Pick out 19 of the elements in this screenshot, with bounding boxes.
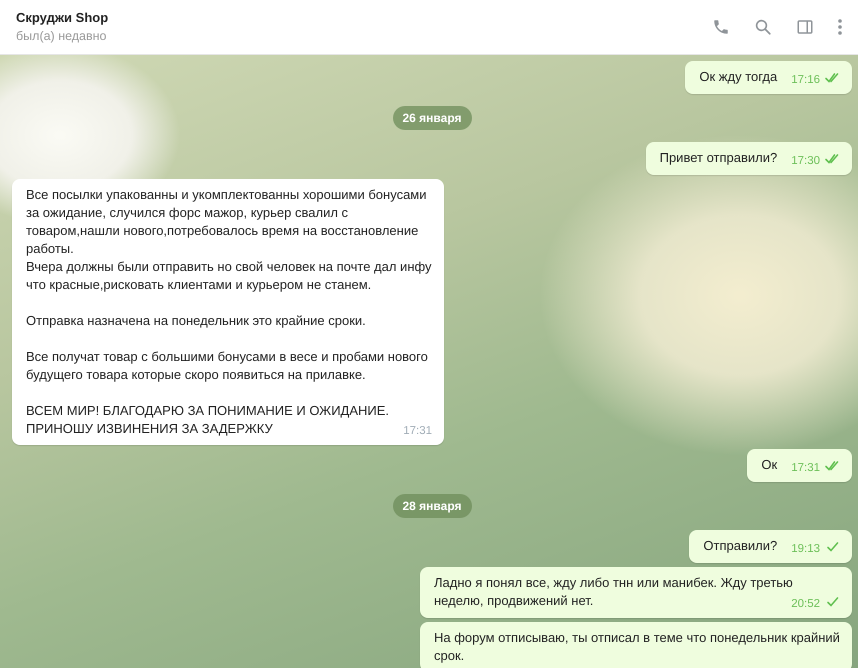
sidebar-toggle-icon[interactable] xyxy=(796,18,814,36)
incoming-message: Все посылки упакованны и укомплектованны хорошими бонусами за ожидание, случился форс мажор, курьер свалил с товаром,нашли нового,потребовалось время на восстановление работы. Вчера должны были отправить но свой человек на почте дал инфу что красные,рисковать клиентами и курьером не станем. Отправка назначена на понедельник это крайние сроки. Все получат товар с большими бонусами в весе и пробами нового будущего товара которые скоро появиться на прилавке. ВСЕМ МИР! БЛАГОДАРЮ ЗА ПОНИМАНИЕ И ОЖИДАНИЕ. ПРИНОШУ ИЗВИНЕНИЯ ЗА ЗАДЕРЖКУ 17:31 xyxy=(12,179,444,445)
outgoing-message: Отправили? 19:13 xyxy=(689,530,852,563)
outgoing-message: Ладно я понял все, жду либо тнн или манибек. Жду третью неделю, продвижений нет. 20:52 xyxy=(420,567,852,618)
message-text: Привет отправили? xyxy=(660,150,778,165)
chat-title: Скруджи Shop xyxy=(16,9,108,27)
message-text: Отправили? xyxy=(703,538,778,553)
date-separator: 26 января xyxy=(392,106,472,130)
message-text: Ок жду тогда xyxy=(699,69,778,84)
outgoing-message: Ок жду тогда 17:16 xyxy=(685,61,852,94)
outgoing-message: Привет отправили? 17:30 xyxy=(646,142,852,175)
search-icon[interactable] xyxy=(754,18,772,36)
outgoing-message: Ок 17:31 xyxy=(747,449,852,482)
chat-status: был(а) недавно xyxy=(16,28,108,45)
more-icon[interactable] xyxy=(838,18,842,36)
phone-icon[interactable] xyxy=(712,18,730,36)
date-separator: 28 января xyxy=(392,494,472,518)
message-text: Ок xyxy=(761,457,778,472)
message-text: На форум отписываю, ты отписал в теме что понедельник крайний срок. xyxy=(434,630,841,663)
